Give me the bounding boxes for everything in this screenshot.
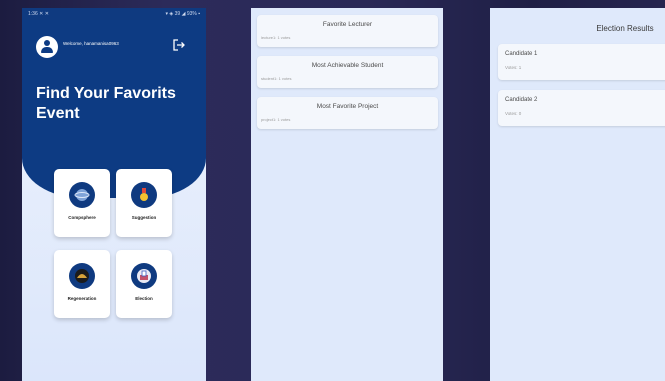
item-title: Favorite Lecturer [322,21,373,28]
ballot-icon [131,263,157,289]
card-regeneration[interactable]: Regeneration [54,250,110,318]
status-bar: 1:36 ✕ ✕ ▾ ◈ 39 ◢ 93% ▪ [22,8,206,20]
card-suggestion[interactable]: Suggestion [116,169,172,237]
item-subtitle: student1: 1 votes [261,76,292,81]
avatar[interactable] [36,36,58,58]
card-label: Regeneration [67,296,97,301]
item-subtitle: project1: 1 votes [261,117,291,122]
list-item[interactable]: Favorite Lecturer lecture1: 1 votes [257,15,438,47]
card-election[interactable]: Election [116,250,172,318]
card-label: Election [135,296,153,301]
status-right: ▾ ◈ 39 ◢ 93% ▪ [165,11,201,17]
item-title: Most Favorite Project [316,103,379,110]
item-subtitle: lecture1: 1 votes [261,35,291,40]
globe-icon [69,182,95,208]
candidate-card[interactable]: Candidate 1 Votes: 1 [498,44,665,80]
item-title: Most Achievable Student [311,62,384,69]
page-title: Election Results [596,24,654,33]
candidate-votes: Votes: 1 [505,65,522,70]
election-screen: Election Results Candidate 1 Votes: 1 Ca… [490,8,665,381]
home-screen: 1:36 ✕ ✕ ▾ ◈ 39 ◢ 93% ▪ Welcome, hanaman… [22,8,206,381]
status-left: 1:36 ✕ ✕ [28,11,49,17]
favorites-screen: Favorite Lecturer lecture1: 1 votes Most… [251,8,443,381]
candidate-name: Candidate 2 [505,97,538,103]
candidate-card[interactable]: Candidate 2 Votes: 0 [498,90,665,126]
medal-icon [131,182,157,208]
card-compsphere[interactable]: Compsphere [54,169,110,237]
dome-icon [69,263,95,289]
candidate-name: Candidate 1 [505,51,538,57]
logout-icon[interactable] [172,38,186,52]
card-label: Compsphere [68,215,96,220]
welcome-text: Welcome, hanamanisa0963 [63,41,119,46]
list-item[interactable]: Most Achievable Student student1: 1 vote… [257,56,438,88]
list-item[interactable]: Most Favorite Project project1: 1 votes [257,97,438,129]
card-label: Suggestion [131,215,157,220]
candidate-votes: Votes: 0 [505,111,522,116]
page-title: Find Your Favorits Event [36,85,176,122]
